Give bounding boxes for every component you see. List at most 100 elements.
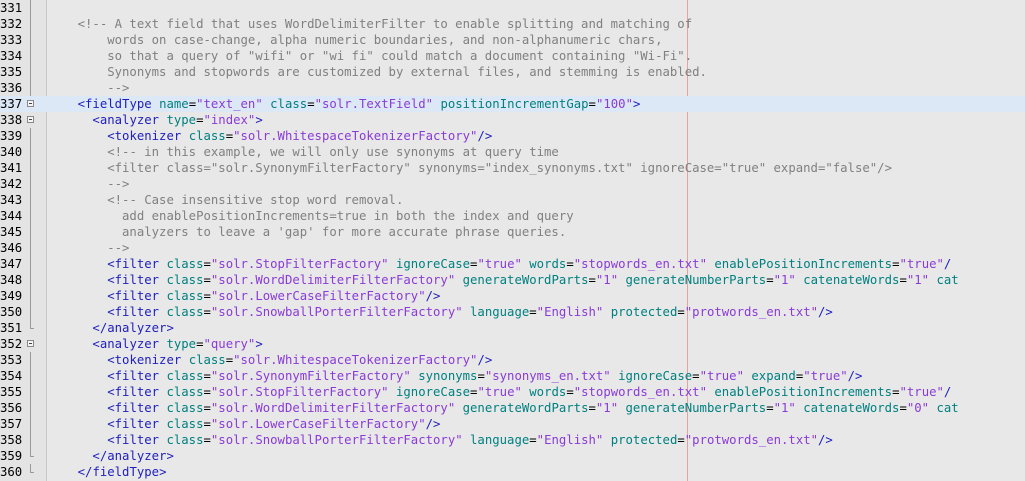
- code-line[interactable]: 338 <analyzer type="index">: [0, 112, 1025, 128]
- code-token: =: [203, 272, 211, 287]
- code-token: generateNumberParts: [625, 272, 767, 287]
- code-token: class: [166, 384, 204, 399]
- code-line[interactable]: 333 words on case-change, alpha numeric …: [0, 31, 1025, 48]
- code-token: <: [107, 432, 115, 447]
- code-text[interactable]: </analyzer>: [48, 448, 173, 464]
- code-line[interactable]: 337 <fieldType name="text_en" class="sol…: [0, 95, 1025, 112]
- code-line[interactable]: 352 <analyzer type="query">: [0, 336, 1025, 352]
- code-text[interactable]: words on case-change, alpha numeric boun…: [48, 32, 662, 48]
- code-line[interactable]: 353 <tokenizer class="solr.WhitespaceTok…: [0, 351, 1025, 368]
- code-token: />: [477, 352, 493, 367]
- code-line[interactable]: 340 <!-- in this example, we will only u…: [0, 143, 1025, 160]
- code-line[interactable]: 354 <filter class="solr.SynonymFilterFac…: [0, 367, 1025, 384]
- code-line[interactable]: 350 <filter class="solr.SnowballPorterFi…: [0, 303, 1025, 320]
- code-line[interactable]: 348 <filter class="solr.WordDelimiterFil…: [0, 271, 1025, 288]
- code-line[interactable]: 358 <filter class="solr.SnowballPorterFi…: [0, 431, 1025, 448]
- code-text[interactable]: <filter class="solr.LowerCaseFilterFacto…: [48, 416, 440, 432]
- code-text[interactable]: add enablePositionIncrements=true in bot…: [48, 208, 574, 224]
- code-text[interactable]: <filter class="solr.SynonymFilterFactory…: [48, 160, 892, 176]
- code-token: =: [307, 96, 315, 111]
- code-text[interactable]: <tokenizer class="solr.WhitespaceTokeniz…: [48, 352, 492, 368]
- fold-toggle-icon[interactable]: [27, 115, 34, 123]
- code-text[interactable]: -->: [48, 240, 129, 256]
- code-token: tokenizer: [114, 352, 182, 367]
- code-token: >: [255, 336, 263, 351]
- code-text[interactable]: <filter class="solr.SnowballPorterFilter…: [48, 432, 833, 448]
- code-text[interactable]: so that a query of "wifi" or "wi fi" cou…: [48, 48, 692, 64]
- code-text[interactable]: <filter class="solr.WordDelimiterFilterF…: [48, 400, 958, 416]
- code-text[interactable]: Synonyms and stopwords are customized by…: [48, 64, 707, 80]
- code-line[interactable]: 342 -->: [0, 175, 1025, 192]
- code-line[interactable]: 335 Synonyms and stopwords are customize…: [0, 63, 1025, 80]
- fold-guide: [30, 255, 31, 272]
- code-text[interactable]: analyzers to leave a 'gap' for more accu…: [48, 224, 566, 240]
- code-line[interactable]: 344 add enablePositionIncrements=true in…: [0, 207, 1025, 224]
- code-text[interactable]: <!-- in this example, we will only use s…: [48, 144, 559, 160]
- code-line[interactable]: 345 analyzers to leave a 'gap' for more …: [0, 223, 1025, 240]
- code-line[interactable]: 356 <filter class="solr.WordDelimiterFil…: [0, 399, 1025, 416]
- code-line[interactable]: 349 <filter class="solr.LowerCaseFilterF…: [0, 287, 1025, 304]
- code-text[interactable]: <fieldType name="text_en" class="solr.Te…: [48, 96, 641, 112]
- code-line[interactable]: 334 so that a query of "wifi" or "wi fi"…: [0, 47, 1025, 64]
- code-text[interactable]: </analyzer>: [48, 320, 173, 336]
- code-text[interactable]: <filter class="solr.LowerCaseFilterFacto…: [48, 288, 440, 304]
- code-editor[interactable]: 331 332 <!-- A text field that uses WordD…: [0, 0, 1025, 481]
- fold-toggle-icon[interactable]: [27, 339, 34, 347]
- code-token: =: [203, 368, 211, 383]
- line-number: 332: [0, 16, 23, 31]
- code-line[interactable]: 359 </analyzer>: [0, 447, 1025, 464]
- code-line[interactable]: 360 </fieldType>: [0, 463, 1025, 480]
- code-token: "English": [536, 304, 604, 319]
- code-line[interactable]: 332 <!-- A text field that uses WordDeli…: [0, 15, 1025, 32]
- code-text[interactable]: </fieldType>: [48, 464, 167, 480]
- code-token: <!-- in this example, we will only use s…: [107, 144, 559, 159]
- code-line[interactable]: 336 -->: [0, 79, 1025, 96]
- code-line[interactable]: 339 <tokenizer class="solr.WhitespaceTok…: [0, 127, 1025, 144]
- code-token: "true": [699, 368, 744, 383]
- fold-guide: [30, 383, 31, 400]
- code-text[interactable]: <analyzer type="index">: [48, 112, 262, 128]
- code-text[interactable]: <filter class="solr.SynonymFilterFactory…: [48, 368, 862, 384]
- code-text[interactable]: <filter class="solr.SnowballPorterFilter…: [48, 304, 833, 320]
- code-line[interactable]: 347 <filter class="solr.StopFilterFactor…: [0, 255, 1025, 272]
- code-token: <: [107, 384, 115, 399]
- code-text[interactable]: <!-- A text field that uses WordDelimite…: [48, 16, 692, 32]
- code-token: </: [92, 448, 108, 463]
- code-line[interactable]: 331: [0, 0, 1025, 16]
- line-number: 352: [0, 336, 23, 351]
- code-token: =: [203, 416, 211, 431]
- code-token: filter: [114, 288, 160, 303]
- code-text[interactable]: -->: [48, 80, 129, 96]
- code-line[interactable]: 355 <filter class="solr.StopFilterFactor…: [0, 383, 1025, 400]
- code-line[interactable]: 346 -->: [0, 239, 1025, 256]
- code-text[interactable]: -->: [48, 176, 129, 192]
- code-token: =: [225, 352, 234, 367]
- code-token: =: [899, 272, 907, 287]
- code-text[interactable]: <filter class="solr.StopFilterFactory" i…: [48, 384, 951, 400]
- code-token: "1": [595, 272, 619, 287]
- code-token: <: [92, 112, 100, 127]
- code-line[interactable]: 357 <filter class="solr.LowerCaseFilterF…: [0, 415, 1025, 432]
- code-line[interactable]: 343 <!-- Case insensitive stop word remo…: [0, 191, 1025, 208]
- line-number: 342: [0, 176, 23, 191]
- code-line[interactable]: 341 <filter class="solr.SynonymFilterFac…: [0, 159, 1025, 176]
- code-token: <: [107, 304, 115, 319]
- code-token: =: [203, 304, 211, 319]
- code-text[interactable]: <tokenizer class="solr.WhitespaceTokeniz…: [48, 128, 492, 144]
- code-text[interactable]: <filter class="solr.WordDelimiterFilterF…: [48, 272, 958, 288]
- line-number: 345: [0, 224, 23, 239]
- code-text[interactable]: <!-- Case insensitive stop word removal.: [48, 192, 403, 208]
- code-token: <: [107, 400, 115, 415]
- code-text[interactable]: <filter class="solr.StopFilterFactory" i…: [48, 256, 951, 272]
- code-token: /: [943, 384, 952, 399]
- code-token: "0": [906, 400, 930, 415]
- fold-toggle-icon[interactable]: [27, 99, 34, 107]
- code-line[interactable]: 351 </analyzer>: [0, 319, 1025, 336]
- code-text[interactable]: <analyzer type="query">: [48, 336, 263, 352]
- code-token: =: [588, 272, 596, 287]
